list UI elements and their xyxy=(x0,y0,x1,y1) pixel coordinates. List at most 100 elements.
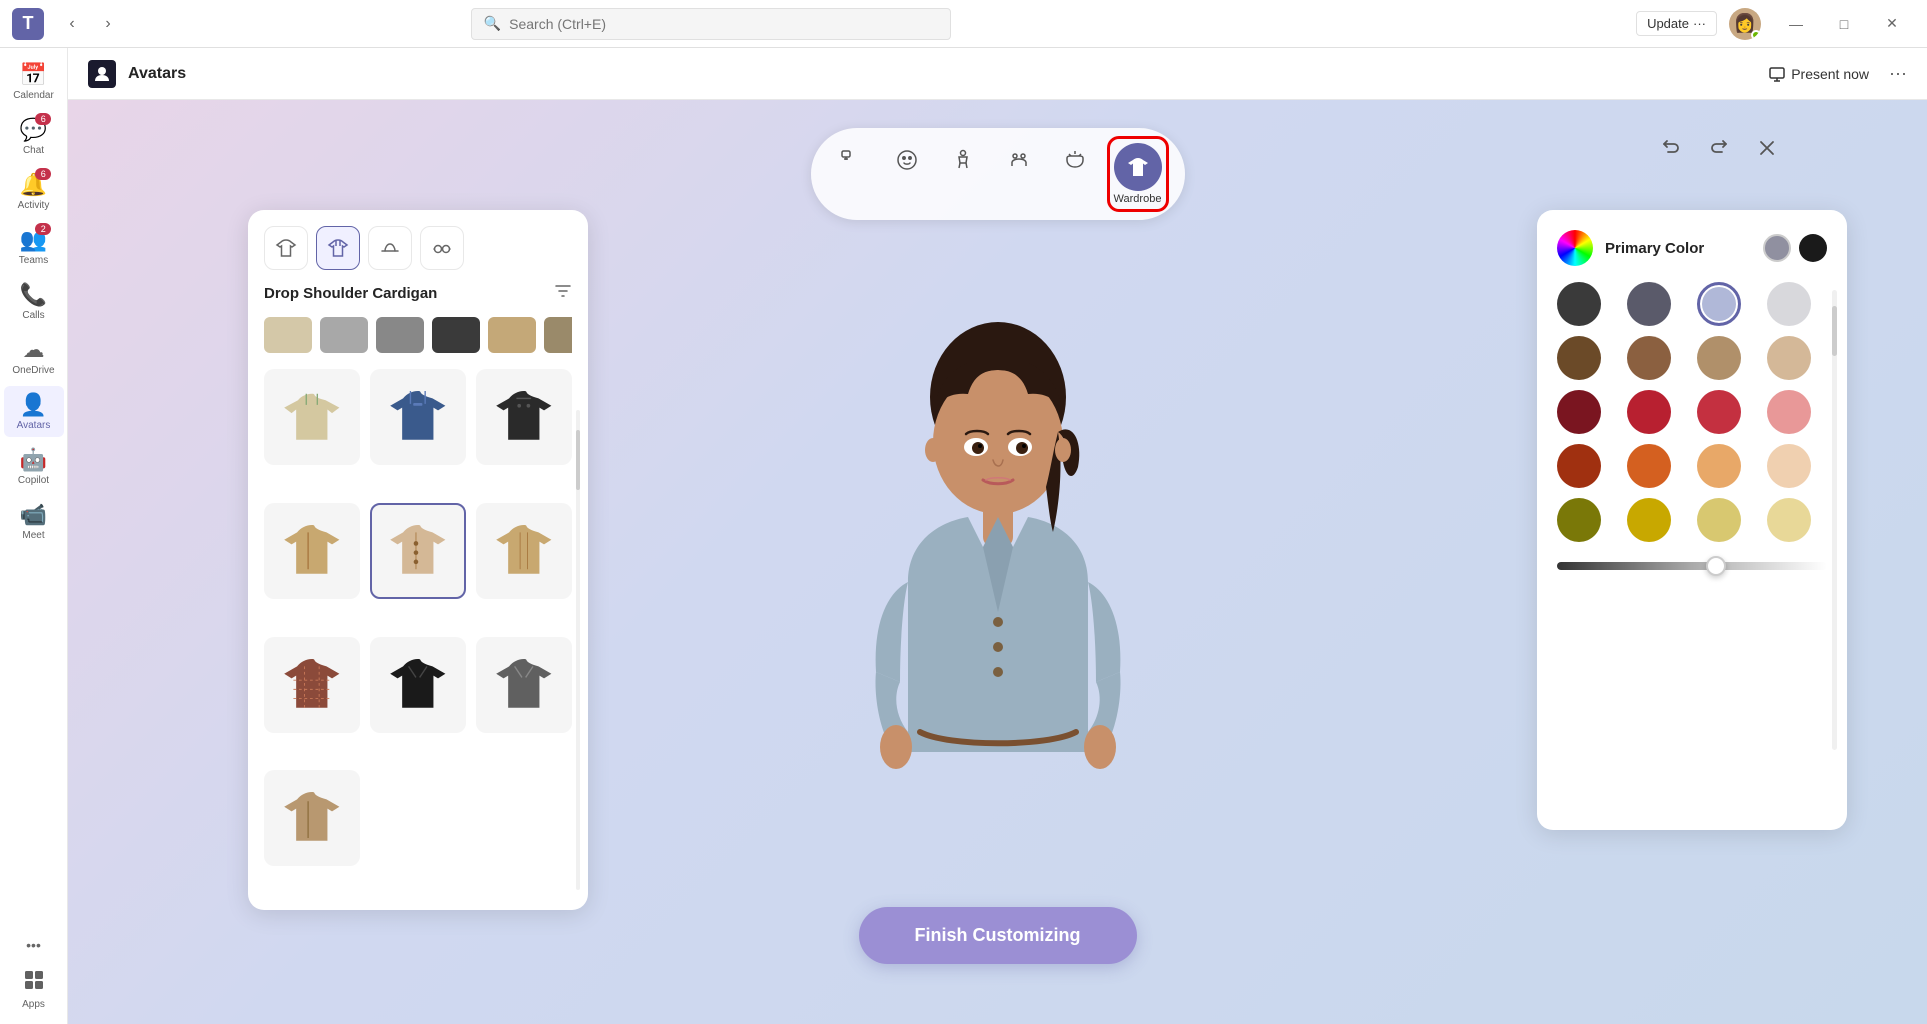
app-header-right: Present now ··· xyxy=(1761,62,1907,86)
search-input[interactable] xyxy=(509,16,938,32)
sidebar-item-copilot[interactable]: 🤖 Copilot xyxy=(4,441,64,492)
close-button[interactable]: ✕ xyxy=(1869,8,1915,40)
maximize-button[interactable]: □ xyxy=(1821,8,1867,40)
sidebar-item-calls[interactable]: 📞 Calls xyxy=(4,276,64,327)
swatch-item[interactable] xyxy=(376,317,424,353)
meet-icon: 📹 xyxy=(20,502,47,528)
swatch-item[interactable] xyxy=(488,317,536,353)
wardrobe-highlight: Wardrobe xyxy=(1107,136,1169,212)
clothing-item[interactable] xyxy=(476,503,572,599)
minimize-button[interactable]: — xyxy=(1773,8,1819,40)
apps-icon xyxy=(23,969,45,997)
sidebar-label-meet: Meet xyxy=(22,530,44,541)
slider-thumb[interactable] xyxy=(1706,556,1726,576)
color-swatch[interactable] xyxy=(1767,390,1811,434)
clothing-item[interactable] xyxy=(370,637,466,733)
redo-button[interactable] xyxy=(1699,128,1739,168)
sidebar-item-avatars[interactable]: 👤 Avatars xyxy=(4,386,64,437)
toolbar-accessories-button[interactable] xyxy=(1051,136,1099,184)
online-status xyxy=(1751,30,1761,40)
toolbar-reactions-button[interactable] xyxy=(827,136,875,184)
update-button[interactable]: Update ··· xyxy=(1636,11,1717,36)
search-bar[interactable]: 🔍 xyxy=(471,8,951,40)
selected-color-1[interactable] xyxy=(1763,234,1791,262)
sidebar-item-calendar[interactable]: 📅 Calendar xyxy=(4,56,64,107)
avatars-icon: 👤 xyxy=(20,392,47,418)
clothing-item[interactable] xyxy=(476,637,572,733)
color-swatch[interactable] xyxy=(1697,444,1741,488)
color-swatch[interactable] xyxy=(1697,390,1741,434)
slider-track xyxy=(1557,562,1827,570)
color-swatch[interactable] xyxy=(1557,444,1601,488)
sidebar-item-chat[interactable]: 💬 6 Chat xyxy=(4,111,64,162)
close-customizer-button[interactable] xyxy=(1747,128,1787,168)
color-swatch[interactable] xyxy=(1627,336,1671,380)
clothing-item-selected[interactable] xyxy=(370,503,466,599)
sidebar: 📅 Calendar 💬 6 Chat 🔔 6 Activity 👥 2 Tea… xyxy=(0,48,68,1024)
undo-button[interactable] xyxy=(1651,128,1691,168)
chat-badge: 6 xyxy=(35,113,51,125)
wardrobe-tab-hat[interactable] xyxy=(368,226,412,270)
clothing-item[interactable] xyxy=(264,770,360,866)
color-swatch[interactable] xyxy=(1767,282,1811,326)
header-more-button[interactable]: ··· xyxy=(1889,63,1907,84)
color-swatch[interactable] xyxy=(1697,498,1741,542)
swatch-item[interactable] xyxy=(264,317,312,353)
filter-icon[interactable] xyxy=(554,282,572,305)
clothing-item[interactable] xyxy=(476,369,572,465)
finish-customizing-button[interactable]: Finish Customizing xyxy=(859,907,1137,964)
color-swatch[interactable] xyxy=(1627,282,1671,326)
color-panel-scrollbar-thumb[interactable] xyxy=(1832,306,1837,356)
sidebar-label-chat: Chat xyxy=(23,145,44,156)
wardrobe-tab-glasses[interactable] xyxy=(420,226,464,270)
toolbar-body-button[interactable] xyxy=(939,136,987,184)
sidebar-item-meet[interactable]: 📹 Meet xyxy=(4,496,64,547)
color-swatch[interactable] xyxy=(1627,498,1671,542)
color-swatch[interactable] xyxy=(1767,336,1811,380)
sidebar-item-teams[interactable]: 👥 2 Teams xyxy=(4,221,64,272)
calendar-icon: 📅 xyxy=(20,62,47,88)
sidebar-item-more[interactable]: ••• xyxy=(4,931,64,959)
toolbar-gestures-button[interactable] xyxy=(995,136,1043,184)
copilot-icon: 🤖 xyxy=(20,447,47,473)
clothing-item[interactable] xyxy=(264,369,360,465)
wardrobe-tab-jacket[interactable] xyxy=(316,226,360,270)
sidebar-item-apps[interactable]: Apps xyxy=(4,963,64,1016)
present-now-label: Present now xyxy=(1791,66,1869,82)
clothing-item[interactable] xyxy=(264,637,360,733)
sidebar-label-calls: Calls xyxy=(22,310,44,321)
color-swatch[interactable] xyxy=(1767,498,1811,542)
color-swatch[interactable] xyxy=(1557,282,1601,326)
color-panel-header: Primary Color xyxy=(1557,230,1827,266)
color-swatch[interactable] xyxy=(1557,498,1601,542)
color-swatch[interactable] xyxy=(1627,390,1671,434)
sidebar-item-onedrive[interactable]: ☁ OneDrive xyxy=(4,331,64,382)
color-swatch[interactable] xyxy=(1557,390,1601,434)
color-swatch[interactable] xyxy=(1767,444,1811,488)
sidebar-item-activity[interactable]: 🔔 6 Activity xyxy=(4,166,64,217)
nav-controls: ‹ › xyxy=(56,8,124,40)
scrollbar-thumb[interactable] xyxy=(576,430,580,490)
clothing-item[interactable] xyxy=(264,503,360,599)
color-swatch[interactable] xyxy=(1697,336,1741,380)
color-swatch-selected[interactable] xyxy=(1697,282,1741,326)
back-button[interactable]: ‹ xyxy=(56,8,88,40)
present-now-button[interactable]: Present now xyxy=(1761,62,1877,86)
color-grid xyxy=(1557,282,1827,542)
wardrobe-tabs xyxy=(264,226,572,270)
wardrobe-section-header: Drop Shoulder Cardigan xyxy=(264,282,572,305)
titlebar-right: Update ··· 👩 — □ ✕ xyxy=(1636,8,1915,40)
swatch-item[interactable] xyxy=(432,317,480,353)
user-avatar[interactable]: 👩 xyxy=(1729,8,1761,40)
selected-color-2[interactable] xyxy=(1799,234,1827,262)
swatch-item[interactable] xyxy=(544,317,572,353)
toolbar-face-button[interactable] xyxy=(883,136,931,184)
swatch-item[interactable] xyxy=(320,317,368,353)
forward-button[interactable]: › xyxy=(92,8,124,40)
clothing-item[interactable] xyxy=(370,369,466,465)
color-swatch[interactable] xyxy=(1627,444,1671,488)
toolbar-wardrobe-button[interactable] xyxy=(1114,143,1162,191)
sidebar-label-onedrive: OneDrive xyxy=(12,365,54,376)
wardrobe-tab-shirt[interactable] xyxy=(264,226,308,270)
color-swatch[interactable] xyxy=(1557,336,1601,380)
